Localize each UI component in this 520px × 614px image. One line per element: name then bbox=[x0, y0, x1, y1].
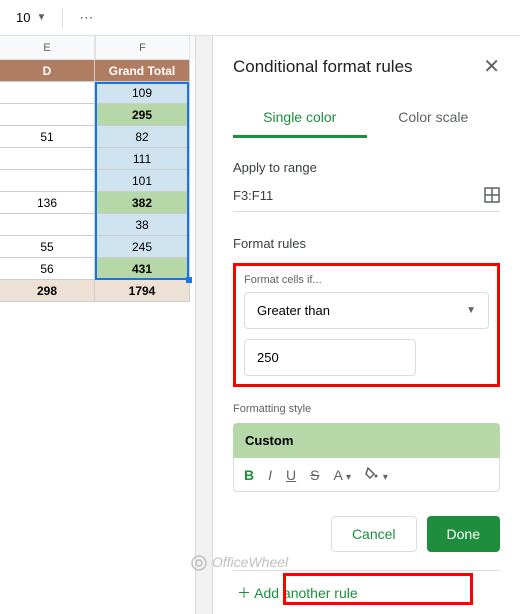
apply-range-label: Apply to range bbox=[233, 160, 500, 175]
format-rules-label: Format rules bbox=[233, 236, 500, 251]
action-buttons: Cancel Done bbox=[233, 516, 500, 552]
panel-title: Conditional format rules bbox=[233, 57, 413, 77]
cell[interactable]: 82 bbox=[95, 126, 190, 148]
font-size-value: 10 bbox=[16, 10, 30, 25]
threshold-input[interactable] bbox=[244, 339, 416, 376]
range-value: F3:F11 bbox=[233, 188, 273, 203]
spreadsheet: E F DGrand Total109295518211110113638238… bbox=[0, 36, 195, 614]
cell[interactable]: 431 bbox=[95, 258, 190, 280]
cell[interactable]: 56 bbox=[0, 258, 95, 280]
condition-value: Greater than bbox=[257, 303, 330, 318]
cell[interactable] bbox=[0, 214, 95, 236]
font-size-select[interactable]: 10 ▼ bbox=[8, 6, 54, 29]
tab-single-color[interactable]: Single color bbox=[233, 99, 367, 138]
cell[interactable] bbox=[0, 148, 95, 170]
more-button[interactable]: ⋯ bbox=[71, 5, 103, 30]
highlight-box-rules: Format cells if... Greater than ▼ bbox=[233, 263, 500, 387]
style-preview[interactable]: Custom bbox=[233, 423, 500, 458]
cell[interactable]: 382 bbox=[95, 192, 190, 214]
cell[interactable]: 295 bbox=[95, 104, 190, 126]
chevron-down-icon: ▼ bbox=[36, 12, 46, 23]
cell[interactable]: 109 bbox=[95, 82, 190, 104]
main-area: E F DGrand Total109295518211110113638238… bbox=[0, 36, 520, 614]
col-header-f[interactable]: F bbox=[95, 36, 190, 60]
selection-handle[interactable] bbox=[186, 277, 192, 283]
strike-button[interactable]: S bbox=[310, 467, 319, 483]
vertical-scrollbar[interactable] bbox=[195, 36, 212, 614]
cell[interactable]: 55 bbox=[0, 236, 95, 258]
formatting-style-label: Formatting style bbox=[233, 403, 500, 415]
range-input-row[interactable]: F3:F11 bbox=[233, 187, 500, 212]
toolbar: 10 ▼ ⋯ bbox=[0, 0, 520, 36]
cell[interactable]: 101 bbox=[95, 170, 190, 192]
divider bbox=[62, 8, 63, 28]
italic-button[interactable]: I bbox=[268, 467, 272, 483]
condition-dropdown[interactable]: Greater than ▼ bbox=[244, 292, 489, 329]
cell[interactable]: 51 bbox=[0, 126, 95, 148]
close-icon[interactable]: ✕ bbox=[483, 54, 500, 79]
chevron-down-icon: ▼ bbox=[466, 305, 476, 316]
column-headers: E F bbox=[0, 36, 195, 60]
col-header-e[interactable]: E bbox=[0, 36, 95, 60]
done-button[interactable]: Done bbox=[427, 516, 500, 552]
cell[interactable] bbox=[0, 82, 95, 104]
cell[interactable]: 136 bbox=[0, 192, 95, 214]
cell[interactable]: 38 bbox=[95, 214, 190, 236]
grid-icon bbox=[484, 187, 500, 203]
header-cell-d[interactable]: D bbox=[0, 60, 95, 82]
conditional-format-panel: Conditional format rules ✕ Single color … bbox=[212, 36, 520, 614]
text-color-button[interactable]: A ▾ bbox=[333, 467, 351, 483]
add-another-rule[interactable]: ＋ Add another rule bbox=[233, 575, 500, 611]
cell[interactable]: 111 bbox=[95, 148, 190, 170]
tabs: Single color Color scale bbox=[233, 99, 500, 138]
cell[interactable]: 245 bbox=[95, 236, 190, 258]
total-cell[interactable]: 298 bbox=[0, 280, 95, 302]
cell[interactable] bbox=[0, 170, 95, 192]
fill-color-button[interactable]: ▾ bbox=[365, 466, 388, 483]
underline-button[interactable]: U bbox=[286, 467, 296, 483]
style-toolbar: B I U S A ▾ ▾ bbox=[233, 458, 500, 492]
cell[interactable] bbox=[0, 104, 95, 126]
panel-footer: ＋ Add another rule bbox=[233, 570, 500, 611]
format-cells-if-label: Format cells if... bbox=[244, 274, 489, 286]
cancel-button[interactable]: Cancel bbox=[331, 516, 417, 552]
bold-button[interactable]: B bbox=[244, 467, 254, 483]
tab-color-scale[interactable]: Color scale bbox=[367, 99, 501, 138]
header-cell-grand-total[interactable]: Grand Total bbox=[95, 60, 190, 82]
total-cell[interactable]: 1794 bbox=[95, 280, 190, 302]
